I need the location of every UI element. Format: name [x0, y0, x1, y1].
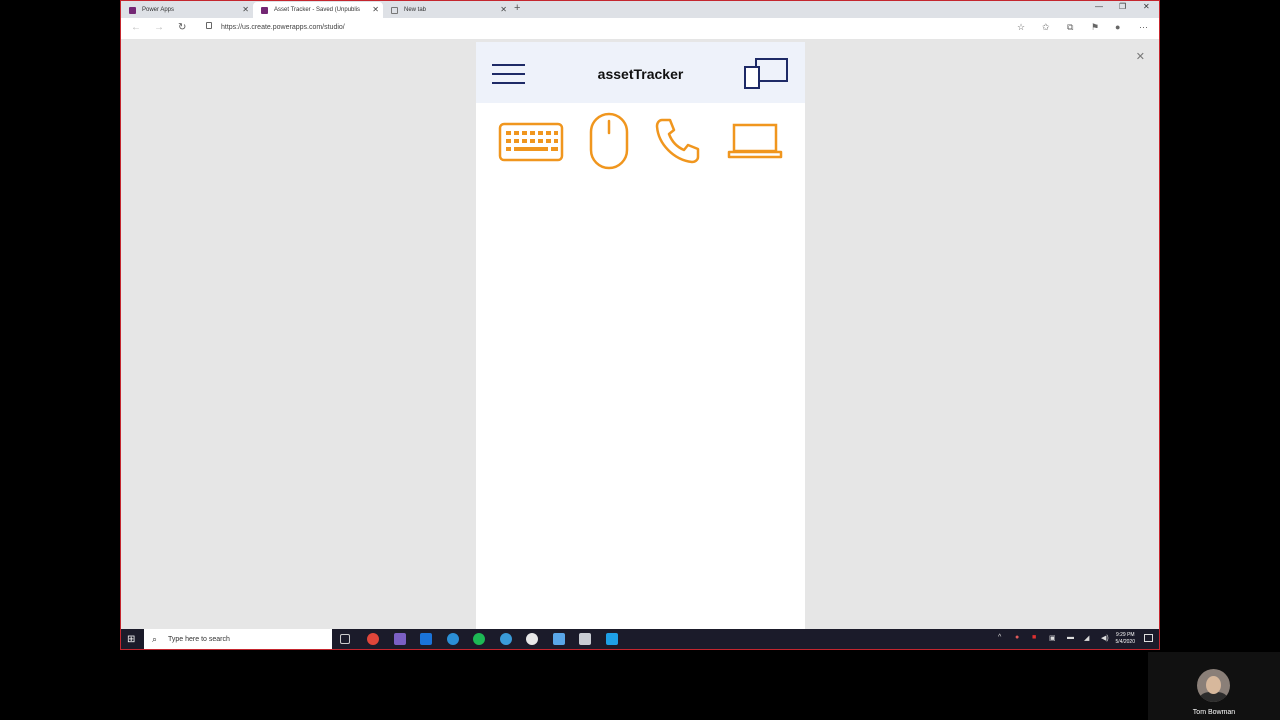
close-tab-icon[interactable]: ✕	[372, 5, 379, 14]
restore-icon[interactable]: ❐	[1119, 2, 1126, 11]
browser-tab-bar: Power Apps ✕ Asset Tracker - Saved (Unpu…	[121, 1, 1159, 18]
close-tab-icon[interactable]: ✕	[242, 5, 249, 14]
app-preview: assetTracker	[476, 42, 805, 629]
edge-dev-icon[interactable]	[500, 633, 512, 645]
obs-icon[interactable]	[526, 633, 538, 645]
power-apps-icon	[129, 6, 136, 14]
url-field[interactable]: https://us.create.powerapps.com/studio/	[221, 24, 345, 31]
search-icon: ⌕	[152, 634, 158, 644]
teams-icon[interactable]	[394, 633, 406, 645]
network-icon[interactable]: ▬	[1067, 634, 1074, 641]
tray-app-icon[interactable]: ■	[1032, 634, 1036, 641]
tab-label: Power Apps	[142, 7, 175, 13]
asset-icon-row	[496, 112, 786, 172]
search-placeholder: Type here to search	[168, 636, 230, 643]
forward-icon[interactable]: →	[154, 22, 164, 33]
avatar	[1197, 669, 1230, 702]
new-tab-icon	[391, 6, 398, 14]
lock-icon	[206, 22, 212, 29]
power-apps-icon	[261, 6, 268, 14]
close-window-icon[interactable]: ✕	[1143, 2, 1150, 11]
tray-app-icon[interactable]: ▣	[1049, 634, 1056, 642]
close-preview-icon[interactable]: ✕	[1136, 50, 1145, 63]
edge-icon[interactable]	[447, 633, 459, 645]
spotify-icon[interactable]	[473, 633, 485, 645]
volume-icon[interactable]: ◀)	[1101, 634, 1109, 642]
clock-date: 5/4/2020	[1115, 639, 1135, 645]
app-icon[interactable]	[553, 633, 565, 645]
collections-icon[interactable]: ⧉	[1067, 22, 1073, 33]
address-bar: ← → ↻ https://us.create.powerapps.com/st…	[121, 18, 1159, 40]
task-view-icon[interactable]	[340, 634, 350, 644]
refresh-icon[interactable]: ↻	[178, 22, 186, 33]
windows-taskbar: ⊞ ⌕ Type here to search ^ ● ■ ▣ ▬ ◢ ◀) 9…	[121, 629, 1159, 649]
tab-power-apps[interactable]: Power Apps ✕	[121, 2, 253, 18]
studio-canvas: ✕ assetTracker	[121, 40, 1159, 629]
more-icon[interactable]: ⋯	[1139, 22, 1148, 33]
chrome-icon[interactable]	[367, 633, 379, 645]
back-icon[interactable]: ←	[131, 22, 141, 33]
taskbar-clock[interactable]: 9:29 PM 5/4/2020	[1116, 632, 1135, 646]
minimize-icon[interactable]: —	[1095, 2, 1103, 11]
profile-icon[interactable]: ●	[1115, 22, 1120, 32]
clock-time: 9:29 PM	[1115, 632, 1135, 638]
tab-label: New tab	[404, 7, 427, 13]
keyboard-icon[interactable]	[498, 122, 564, 162]
notification-icon[interactable]	[1144, 634, 1153, 642]
tab-new-tab[interactable]: New tab ✕	[383, 2, 511, 18]
new-tab-button[interactable]: +	[514, 2, 520, 14]
devices-icon[interactable]	[744, 57, 790, 91]
tab-asset-tracker[interactable]: Asset Tracker - Saved (Unpublis ✕	[253, 2, 383, 18]
wifi-icon[interactable]: ◢	[1084, 634, 1089, 642]
webcam-name: Tom Bowman	[1192, 709, 1236, 716]
webcam-overlay: Tom Bowman	[1148, 652, 1280, 720]
mouse-icon[interactable]	[588, 112, 630, 170]
printer-icon[interactable]	[579, 633, 591, 645]
outlook-icon[interactable]	[420, 633, 432, 645]
tab-label: Asset Tracker - Saved (Unpublis	[274, 7, 361, 13]
desktop-screen: Power Apps ✕ Asset Tracker - Saved (Unpu…	[120, 0, 1160, 650]
taskbar-search[interactable]: ⌕ Type here to search	[144, 629, 332, 649]
zoom-icon[interactable]	[606, 633, 618, 645]
windows-start-icon[interactable]: ⊞	[127, 634, 135, 645]
star-icon[interactable]: ☆	[1017, 22, 1025, 33]
favorites-icon[interactable]: ✩	[1042, 22, 1050, 33]
phone-icon[interactable]	[654, 116, 702, 164]
tray-app-icon[interactable]: ●	[1015, 634, 1019, 641]
feedback-icon[interactable]: ⚑	[1091, 22, 1099, 33]
tray-chevron-icon[interactable]: ^	[998, 634, 1001, 641]
close-tab-icon[interactable]: ✕	[500, 5, 507, 14]
laptop-icon[interactable]	[726, 122, 784, 162]
app-header: assetTracker	[476, 42, 805, 103]
